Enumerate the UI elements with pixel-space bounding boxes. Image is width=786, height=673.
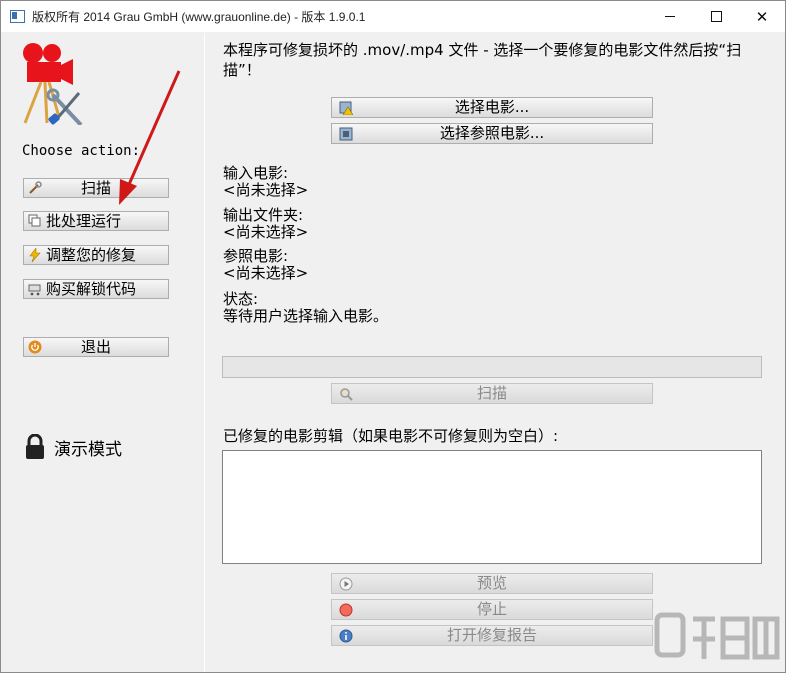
annotation-arrow-icon	[119, 70, 181, 205]
input-movie-label: 输入电影:	[223, 164, 289, 182]
app-window: 版权所有 2014 Grau GmbH (www.grauonline.de) …	[0, 0, 786, 673]
info-icon	[339, 629, 353, 643]
batch-run-button[interactable]: 批处理运行	[23, 211, 169, 231]
status-label: 状态:	[223, 290, 259, 308]
maximize-icon	[710, 11, 722, 22]
scan-button-label: 扫描	[476, 384, 507, 402]
movie-warning-icon	[339, 101, 353, 115]
demo-mode-label: 演示模式	[54, 439, 122, 460]
minimize-button[interactable]	[647, 1, 693, 32]
exit-button[interactable]: 退出	[23, 337, 169, 357]
minimize-icon	[665, 16, 675, 17]
preview-button-label: 预览	[476, 574, 507, 592]
maximize-button[interactable]	[693, 1, 739, 32]
adjust-repair-label: 调整您的修复	[46, 246, 137, 264]
exit-label: 退出	[80, 338, 111, 356]
select-reference-button[interactable]: 选择参照电影...	[331, 123, 653, 144]
reference-movie-value: <尚未选择>	[223, 264, 309, 282]
main-panel: 本程序可修复损坏的 .mov/.mp4 文件 - 选择一个要修复的电影文件然后按…	[205, 33, 785, 672]
watermark-logo-icon	[654, 612, 780, 660]
batch-run-label: 批处理运行	[46, 212, 122, 230]
open-report-label: 打开修复报告	[446, 626, 537, 644]
output-folder-label: 输出文件夹:	[223, 206, 304, 224]
lock-icon	[26, 434, 44, 459]
output-folder-value: <尚未选择>	[223, 223, 309, 241]
buy-unlock-code-button[interactable]: 购买解锁代码	[23, 279, 169, 299]
select-movie-button[interactable]: 选择电影...	[331, 97, 653, 118]
select-reference-label: 选择参照电影...	[439, 124, 545, 142]
select-movie-label: 选择电影...	[454, 98, 530, 116]
preview-button[interactable]: 预览	[331, 573, 653, 594]
movie-icon	[339, 127, 353, 141]
demo-mode-indicator: 演示模式	[25, 434, 122, 460]
stop-button-label: 停止	[476, 600, 507, 618]
stop-button[interactable]: 停止	[331, 599, 653, 620]
play-icon	[339, 577, 353, 591]
input-movie-value: <尚未选择>	[223, 181, 309, 199]
scan-button[interactable]: 扫描	[331, 383, 653, 404]
open-report-button[interactable]: 打开修复报告	[331, 625, 653, 646]
intro-text: 本程序可修复损坏的 .mov/.mp4 文件 - 选择一个要修复的电影文件然后按…	[223, 41, 742, 79]
status-value: 等待用户选择输入电影。	[223, 307, 389, 325]
camera-logo-icon	[23, 43, 83, 125]
stop-icon	[339, 603, 353, 617]
adjust-repair-button[interactable]: 调整您的修复	[23, 245, 169, 265]
window-title: 版权所有 2014 Grau GmbH (www.grauonline.de) …	[32, 10, 366, 24]
buy-unlock-code-label: 购买解锁代码	[46, 280, 137, 298]
reference-movie-label: 参照电影:	[223, 247, 289, 265]
app-icon	[10, 10, 25, 23]
close-icon: ✕	[755, 7, 769, 26]
magnifier-icon	[339, 387, 353, 401]
progress-bar	[222, 356, 762, 378]
close-button[interactable]: ✕	[739, 1, 785, 32]
repaired-clips-list[interactable]	[222, 450, 762, 564]
title-bar: 版权所有 2014 Grau GmbH (www.grauonline.de) …	[1, 1, 785, 32]
repaired-clips-label: 已修复的电影剪辑（如果电影不可修复则为空白）:	[223, 427, 559, 445]
